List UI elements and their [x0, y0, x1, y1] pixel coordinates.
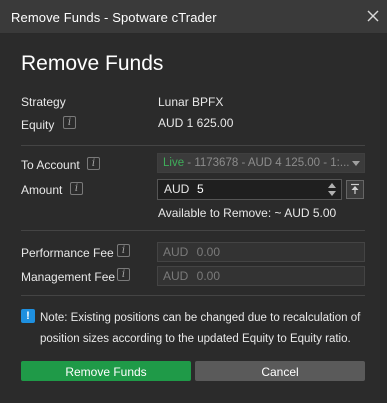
amount-info-icon[interactable]: i — [70, 182, 83, 195]
exclamation-icon: ! — [21, 309, 35, 323]
to-account-label: To Account — [21, 158, 80, 172]
equity-label: Equity — [21, 118, 55, 132]
close-icon[interactable] — [365, 8, 381, 24]
amount-currency: AUD — [164, 182, 190, 196]
equity-info-icon[interactable]: i — [63, 116, 76, 129]
note-text: Note: Existing positions can be changed … — [40, 312, 361, 345]
to-account-info-icon[interactable]: i — [87, 157, 100, 170]
strategy-label: Strategy — [21, 95, 66, 109]
available-to-remove: Available to Remove: ~ AUD 5.00 — [158, 206, 337, 220]
max-amount-button[interactable] — [346, 180, 364, 199]
performance-fee-label: Performance Fee — [21, 246, 114, 260]
cancel-button[interactable]: Cancel — [195, 361, 365, 381]
management-fee-info-icon[interactable]: i — [117, 268, 130, 281]
amount-stepper-icon[interactable] — [328, 183, 336, 196]
divider — [21, 145, 365, 146]
amount-input[interactable]: AUD 5 — [157, 179, 342, 200]
window-title: Remove Funds - Spotware cTrader — [11, 10, 217, 25]
title-bar: Remove Funds - Spotware cTrader — [0, 0, 387, 34]
dialog-heading: Remove Funds — [21, 52, 164, 75]
divider — [21, 295, 365, 296]
remove-funds-dialog: Remove Funds - Spotware cTrader Remove F… — [0, 0, 387, 403]
amount-label: Amount — [21, 183, 63, 197]
management-fee-label: Management Fee — [21, 270, 116, 284]
chevron-down-icon — [352, 161, 360, 166]
account-live-label: Live — [163, 157, 185, 169]
performance-fee-info-icon[interactable]: i — [117, 244, 130, 257]
to-account-select[interactable]: Live - 1173678 - AUD 4 125.00 - 1:... — [157, 153, 365, 173]
remove-funds-button[interactable]: Remove Funds — [21, 361, 191, 381]
divider — [21, 230, 365, 231]
equity-value: AUD 1 625.00 — [158, 116, 234, 130]
amount-value: 5 — [197, 182, 204, 196]
management-fee-field: AUD 0.00 — [157, 266, 365, 286]
strategy-value: Lunar BPFX — [158, 95, 224, 109]
performance-fee-field: AUD 0.00 — [157, 242, 365, 262]
account-selected-value: - 1173678 - AUD 4 125.00 - 1:... — [184, 157, 350, 169]
arrow-up-to-line-icon — [351, 183, 359, 194]
